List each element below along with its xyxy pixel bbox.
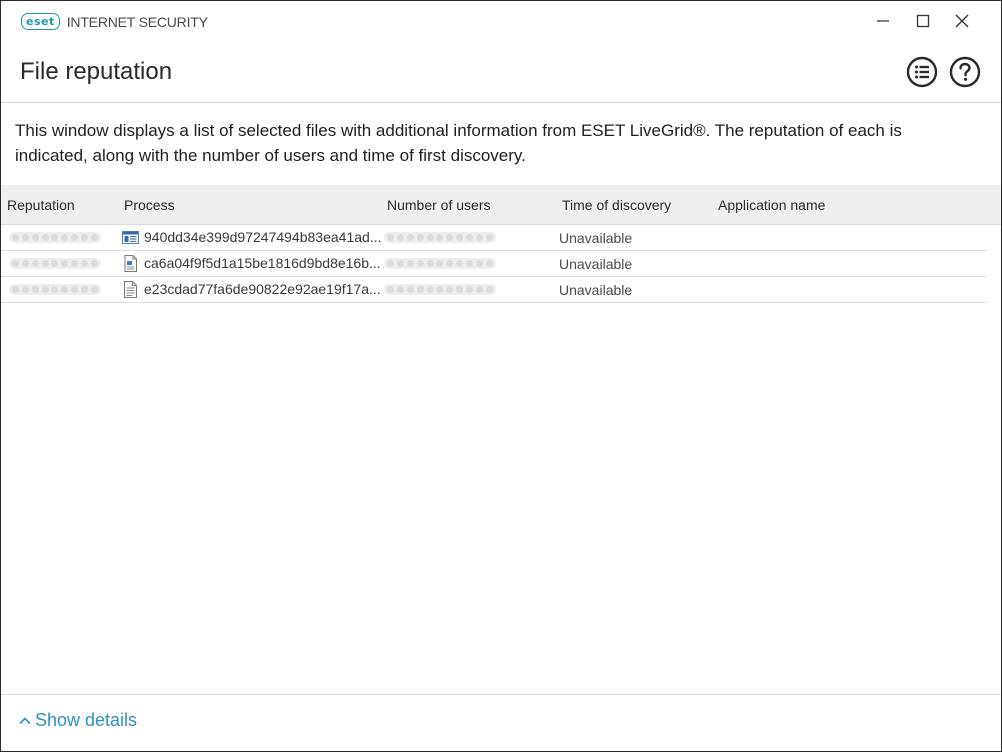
- column-header-time-of-discovery[interactable]: Time of discovery: [562, 197, 671, 213]
- close-icon: [955, 14, 969, 28]
- time-of-discovery: Unavailable: [559, 282, 633, 298]
- show-details-label: Show details: [35, 710, 138, 730]
- text-document-icon: [124, 281, 137, 298]
- column-header-reputation[interactable]: Reputation: [7, 197, 75, 213]
- help-button[interactable]: [949, 56, 981, 88]
- show-details-link[interactable]: Show details: [19, 710, 137, 731]
- maximize-icon: [916, 14, 930, 28]
- list-menu-button[interactable]: [906, 56, 938, 88]
- table-row[interactable]: ca6a04f9f5d1a15be1816d9bd8e16b... Unavai…: [1, 251, 987, 277]
- column-header-number-of-users[interactable]: Number of users: [387, 197, 490, 213]
- column-header-application-name[interactable]: Application name: [718, 197, 825, 213]
- time-of-discovery: Unavailable: [559, 230, 633, 246]
- number-of-users-indicator: [384, 258, 496, 269]
- reputation-indicator: [9, 232, 101, 243]
- application-window-icon: [122, 231, 139, 244]
- maximize-button[interactable]: [909, 9, 937, 33]
- process-name: ca6a04f9f5d1a15be1816d9bd8e16b...: [144, 255, 381, 271]
- number-of-users-indicator: [384, 232, 496, 243]
- description-text: This window displays a list of selected …: [15, 121, 902, 165]
- process-name: e23cdad77fa6de90822e92ae19f17a...: [144, 281, 381, 297]
- column-header-process[interactable]: Process: [124, 197, 175, 213]
- header-divider: [1, 102, 1001, 103]
- app-branding: eset INTERNET SECURITY: [21, 13, 208, 30]
- footer-divider: [1, 694, 1001, 695]
- help-icon: [949, 56, 981, 88]
- list-menu-icon: [906, 56, 938, 88]
- minimize-icon: [877, 20, 889, 22]
- table-row[interactable]: e23cdad77fa6de90822e92ae19f17a... Unavai…: [1, 277, 987, 303]
- title-bar[interactable]: eset INTERNET SECURITY: [1, 1, 1001, 41]
- minimize-button[interactable]: [869, 9, 897, 33]
- script-file-icon: [124, 255, 137, 272]
- chevron-up-icon: [19, 716, 31, 724]
- time-of-discovery: Unavailable: [559, 256, 633, 272]
- file-reputation-window: eset INTERNET SECURITY File reputation T…: [0, 0, 1002, 752]
- table-header: Reputation Process Number of users Time …: [1, 185, 1001, 225]
- process-name: 940dd34e399d97247494b83ea41ad...: [144, 229, 382, 245]
- eset-logo: eset: [21, 13, 60, 30]
- page-title: File reputation: [20, 58, 173, 85]
- app-title: INTERNET SECURITY: [66, 13, 208, 30]
- reputation-indicator: [9, 258, 101, 269]
- close-button[interactable]: [948, 9, 976, 33]
- table-row[interactable]: 940dd34e399d97247494b83ea41ad... Unavail…: [1, 225, 987, 251]
- reputation-indicator: [9, 284, 101, 295]
- number-of-users-indicator: [384, 284, 496, 295]
